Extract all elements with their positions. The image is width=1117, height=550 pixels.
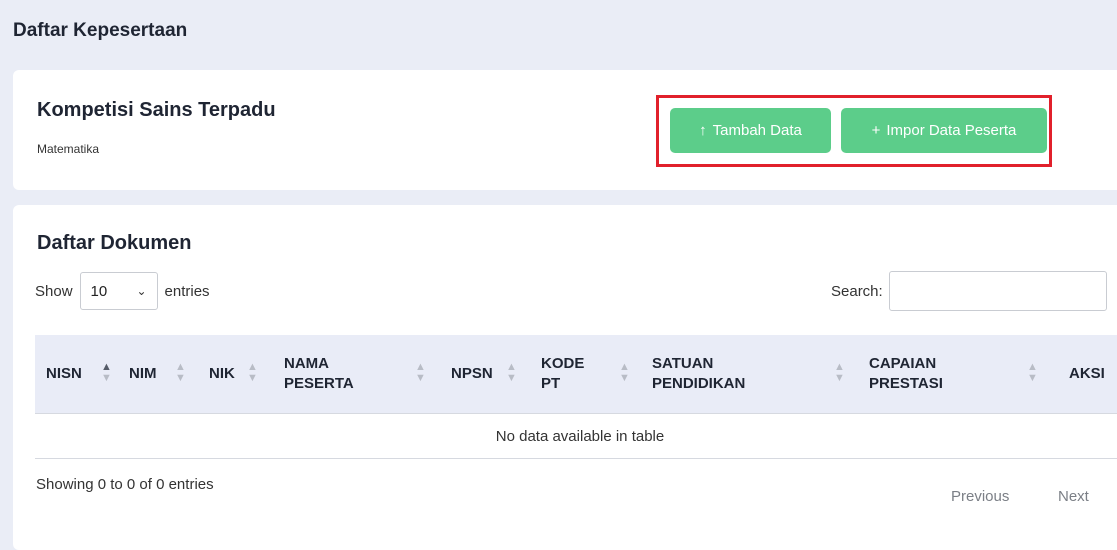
sort-desc-icon: ▼ [415, 372, 426, 384]
sort-desc-icon: ▼ [834, 372, 845, 384]
search-label: Search: [831, 282, 883, 300]
entries-value: 10 [90, 282, 108, 300]
search-control: Search: [831, 271, 1107, 311]
page-title: Daftar Kepesertaan [13, 20, 188, 41]
sort-desc-icon: ▼ [101, 372, 112, 384]
impor-data-label: Impor Data Peserta [886, 122, 1017, 139]
competition-title: Kompetisi Sains Terpadu [37, 99, 276, 121]
competition-subject: Matematika [37, 142, 100, 156]
sort-desc-icon: ▼ [175, 372, 186, 384]
empty-table-row: No data available in table [35, 414, 1117, 459]
competition-card: Kompetisi Sains Terpadu Matematika ↑ Tam… [13, 70, 1117, 190]
sort-desc-icon: ▼ [506, 372, 517, 384]
entries-label: entries [164, 282, 210, 300]
tambah-data-label: Tambah Data [712, 122, 802, 139]
column-header-kode-pt[interactable]: KODE PT ▲ ▼ [541, 335, 631, 413]
impor-data-peserta-button[interactable]: + Impor Data Peserta [841, 108, 1047, 153]
entries-length-control: Show 10 ⌄ entries [35, 271, 210, 311]
column-header-aksi: AKSI [1069, 365, 1105, 382]
column-header-nama-peserta[interactable]: NAMA PESERTA ▲ ▼ [284, 335, 444, 413]
show-label: Show [35, 282, 73, 300]
column-header-satuan-pendidikan[interactable]: SATUAN PENDIDIKAN ▲ ▼ [652, 335, 852, 413]
column-header-npsn[interactable]: NPSN ▲ ▼ [451, 335, 531, 413]
next-page-button[interactable]: Next [1058, 488, 1089, 505]
sort-desc-icon: ▼ [1027, 372, 1038, 384]
entries-select[interactable]: 10 ⌄ [79, 272, 158, 310]
arrow-up-icon: ↑ [699, 122, 707, 139]
column-header-nim[interactable]: NIM ▲ ▼ [129, 335, 199, 413]
table-header: NISN ▲ ▼ NIM ▲ ▼ NIK ▲ ▼ NAMA PESERTA ▲ … [35, 335, 1117, 414]
column-header-nisn[interactable]: NISN ▲ ▼ [46, 335, 126, 413]
tambah-data-button[interactable]: ↑ Tambah Data [670, 108, 831, 153]
previous-page-button[interactable]: Previous [951, 488, 1009, 505]
column-header-nik[interactable]: NIK ▲ ▼ [209, 335, 269, 413]
sort-desc-icon: ▼ [247, 372, 258, 384]
plus-icon: + [871, 122, 881, 139]
sort-desc-icon: ▼ [619, 372, 630, 384]
column-header-capaian-prestasi[interactable]: CAPAIAN PRESTASI ▲ ▼ [869, 335, 1049, 413]
documents-card: Daftar Dokumen Show 10 ⌄ entries Search:… [13, 205, 1117, 550]
documents-title: Daftar Dokumen [37, 232, 192, 254]
table-info: Showing 0 to 0 of 0 entries [36, 476, 214, 493]
chevron-down-icon: ⌄ [136, 284, 147, 298]
search-input[interactable] [888, 271, 1107, 311]
